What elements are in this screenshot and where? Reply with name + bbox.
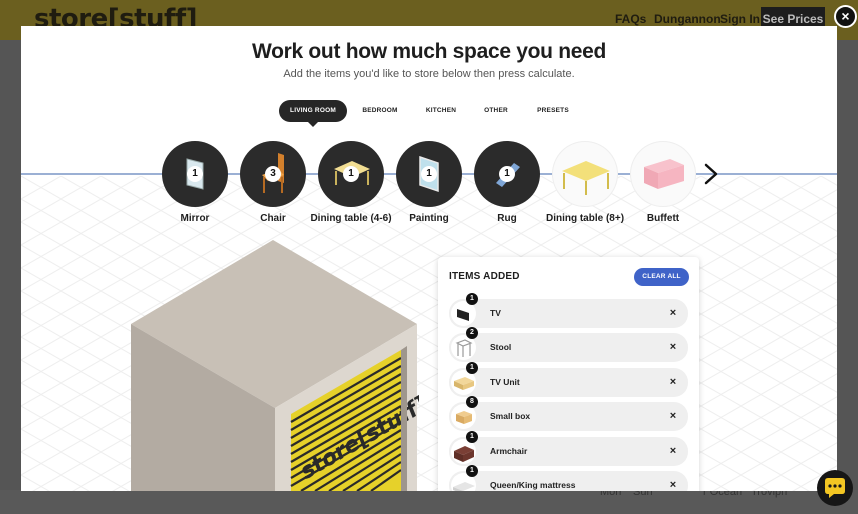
clear-all-button[interactable]: CLEAR ALL	[634, 268, 689, 286]
item-label: TV Unit	[490, 377, 520, 387]
tab-bedroom[interactable]: BEDROOM	[357, 100, 403, 122]
tab-kitchen[interactable]: KITCHEN	[418, 100, 464, 122]
large-dining-table-icon	[562, 161, 610, 195]
remove-item-button[interactable]: ×	[666, 478, 680, 491]
remove-item-button[interactable]: ×	[666, 306, 680, 320]
item-count-badge: 1	[466, 362, 478, 374]
item-count-badge: 3	[265, 166, 281, 182]
panel-title: ITEMS ADDED	[449, 271, 520, 282]
list-item: 2 Stool ×	[449, 327, 688, 362]
remove-item-button[interactable]: ×	[666, 409, 680, 423]
list-item: 1 Queen/King mattress ×	[449, 465, 688, 491]
tab-presets[interactable]: PRESETS	[530, 100, 576, 122]
item-count-badge: 2	[466, 327, 478, 339]
chat-button[interactable]	[817, 470, 853, 506]
item-count-badge: 1	[466, 293, 478, 305]
tab-living-room[interactable]: LIVING ROOM	[279, 100, 347, 127]
carousel-item-label: Buffett	[646, 213, 680, 224]
item-count-badge: 1	[421, 166, 437, 182]
remove-item-button[interactable]: ×	[666, 340, 680, 354]
item-count-badge: 1	[187, 166, 203, 182]
item-count-badge: 1	[466, 465, 478, 477]
nav-location[interactable]: Dungannon	[654, 12, 721, 26]
list-item: 1 TV Unit ×	[449, 362, 688, 397]
item-count-badge: 8	[466, 396, 478, 408]
space-calculator-modal: Work out how much space you need Add the…	[21, 26, 837, 491]
carousel-item-painting[interactable]: 1	[396, 141, 462, 207]
item-label: Stool	[490, 342, 512, 352]
chevron-right-icon[interactable]	[701, 162, 721, 186]
list-item: 8 Small box ×	[449, 396, 688, 431]
item-label: Small box	[490, 411, 531, 421]
remove-item-button[interactable]: ×	[666, 375, 680, 389]
carousel-item-dining-table-4-6[interactable]: 1	[318, 141, 384, 207]
close-modal-button[interactable]: ×	[834, 5, 857, 28]
carousel-item-buffett[interactable]	[630, 141, 696, 207]
carousel-item-chair[interactable]: 3	[240, 141, 306, 207]
chat-bubble-icon	[825, 478, 845, 498]
carousel-item-mirror[interactable]: 1	[162, 141, 228, 207]
item-count-badge: 1	[466, 431, 478, 443]
list-item: 1 Armchair ×	[449, 431, 688, 466]
nav-faqs[interactable]: FAQs	[615, 12, 646, 26]
carousel-item-dining-table-8-plus[interactable]	[552, 141, 618, 207]
buffet-icon	[644, 159, 684, 189]
storage-unit-illustration: store[stuff]	[131, 240, 419, 491]
remove-item-button[interactable]: ×	[666, 444, 680, 458]
carousel-item-rug[interactable]: 1	[474, 141, 540, 207]
modal-title: Work out how much space you need	[251, 40, 607, 63]
list-item: 1 TV ×	[449, 293, 688, 328]
item-label: Armchair	[490, 446, 528, 456]
tab-other[interactable]: OTHER	[476, 100, 516, 122]
item-count-badge: 1	[343, 166, 359, 182]
items-added-panel: ITEMS ADDED CLEAR ALL 1 TV × 2 Stool × 1…	[438, 257, 699, 491]
item-count-badge: 1	[499, 166, 515, 182]
modal-subtitle: Add the items you'd like to store below …	[283, 68, 575, 80]
nav-sign-in[interactable]: Sign In	[720, 12, 760, 26]
item-label: Queen/King mattress	[490, 480, 576, 490]
item-label: TV	[490, 308, 501, 318]
